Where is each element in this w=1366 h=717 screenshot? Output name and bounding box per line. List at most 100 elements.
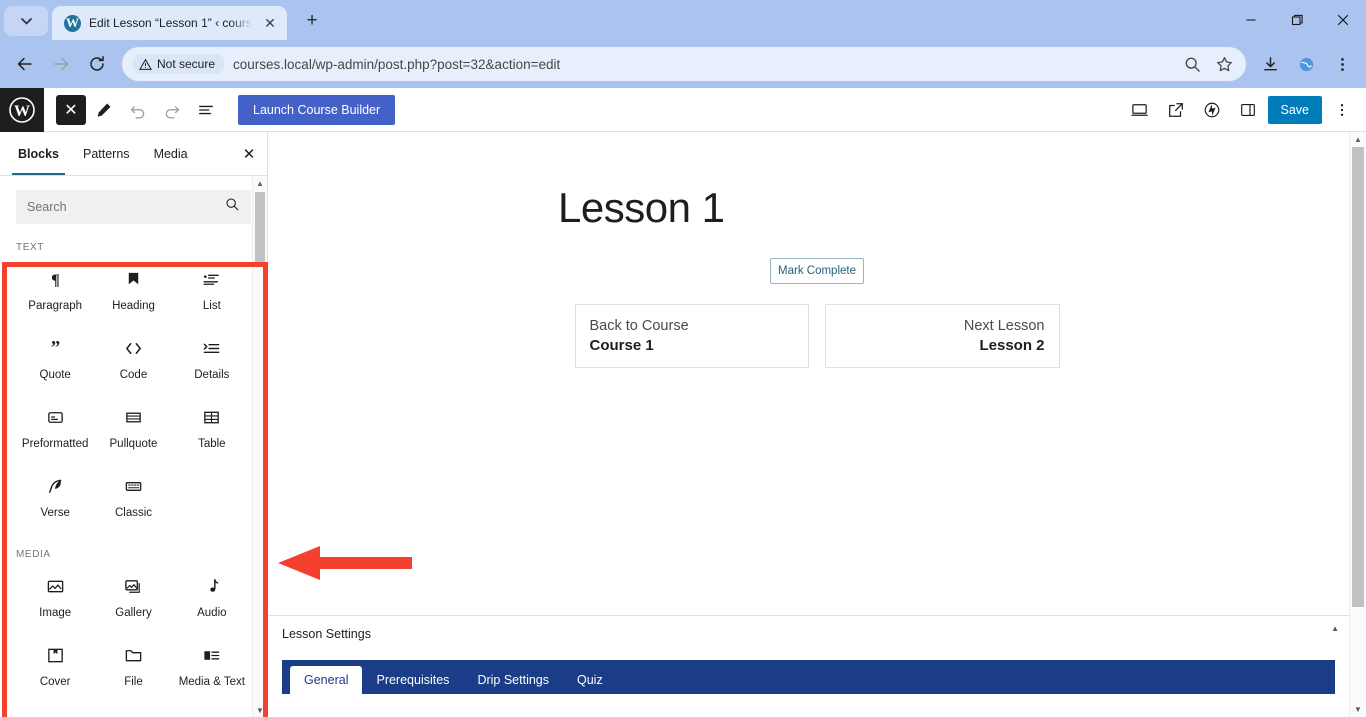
close-inserter-icon[interactable]: ✕ [231, 132, 267, 175]
browser-tab-title: Edit Lesson “Lesson 1” ‹ courses [89, 16, 253, 30]
paragraph-icon: ¶ [46, 268, 65, 292]
block-file[interactable]: File [94, 631, 172, 700]
block-label: Code [119, 368, 148, 381]
search-blocks-field[interactable] [16, 190, 251, 224]
redo-icon[interactable] [156, 94, 188, 126]
save-button[interactable]: Save [1267, 95, 1322, 124]
browser-tab-active[interactable]: W Edit Lesson “Lesson 1” ‹ courses ✕ [52, 6, 287, 40]
editor-header: W ✕ Launch Course Builder Lesson 1 · Les… [0, 87, 1366, 211]
scrollbar-thumb[interactable] [255, 192, 265, 266]
block-paragraph[interactable]: ¶ Paragraph [16, 255, 94, 324]
close-window-icon[interactable] [1320, 0, 1366, 40]
gallery-icon [124, 575, 143, 599]
search-icon[interactable] [1180, 52, 1204, 76]
block-audio[interactable]: Audio [173, 562, 251, 631]
editor-workspace: Blocks Patterns Media ✕ TEXT ¶ Paragraph [0, 132, 1366, 717]
block-label: Heading [112, 299, 155, 312]
next-lesson-card[interactable]: Next Lesson Lesson 2 [825, 304, 1060, 368]
card-subtitle: Next Lesson [963, 318, 1045, 334]
block-cover[interactable]: Cover [16, 631, 94, 700]
chevron-down-icon [20, 17, 32, 25]
block-preformatted[interactable]: Preformatted [16, 393, 94, 462]
tab-quiz[interactable]: Quiz [563, 666, 617, 694]
block-label: Gallery [115, 606, 152, 619]
security-status-chip[interactable]: Not secure [132, 54, 226, 74]
tab-media[interactable]: Media [142, 132, 200, 175]
launch-course-builder-button[interactable]: Launch Course Builder [238, 94, 396, 125]
scroll-down-icon[interactable]: ▼ [1350, 702, 1366, 717]
reload-icon[interactable] [80, 47, 114, 81]
forward-icon[interactable] [44, 47, 78, 81]
block-label: Preformatted [21, 437, 89, 450]
file-icon [124, 644, 143, 668]
warning-triangle-icon [139, 58, 152, 70]
block-heading[interactable]: Heading [94, 255, 172, 324]
browser-tabstrip: W Edit Lesson “Lesson 1” ‹ courses ✕ + [0, 0, 1366, 40]
block-table[interactable]: Table [173, 393, 251, 462]
scroll-up-icon[interactable]: ▲ [1350, 132, 1366, 147]
maximize-icon[interactable] [1274, 0, 1320, 40]
chevron-up-icon[interactable]: ▲ [1331, 624, 1339, 633]
editor-header-right-tools: Save [1124, 94, 1366, 126]
preformatted-icon [46, 406, 65, 430]
new-tab-button[interactable]: + [297, 6, 327, 36]
block-details[interactable]: Details [173, 324, 251, 393]
card-title: Course 1 [589, 337, 654, 354]
details-icon [202, 337, 221, 361]
scroll-down-icon[interactable]: ▼ [253, 703, 267, 717]
browser-chrome: W Edit Lesson “Lesson 1” ‹ courses ✕ + N… [0, 0, 1366, 88]
tab-patterns[interactable]: Patterns [71, 132, 142, 175]
back-icon[interactable] [8, 47, 42, 81]
star-icon[interactable] [1212, 52, 1236, 76]
heading-icon [125, 268, 142, 292]
back-to-course-card[interactable]: Back to Course Course 1 [574, 304, 809, 368]
undo-icon[interactable] [122, 94, 154, 126]
scrollbar-thumb[interactable] [1352, 147, 1364, 607]
page-scrollbar[interactable]: ▲ ▼ [1349, 132, 1366, 717]
block-media-text[interactable]: Media & Text [173, 631, 251, 700]
block-quote[interactable]: ” Quote [16, 324, 94, 393]
wordpress-logo: W [0, 87, 44, 132]
tab-search-button[interactable] [4, 6, 48, 36]
edit-pencil-icon[interactable] [88, 94, 120, 126]
mark-complete-button[interactable]: Mark Complete [770, 258, 864, 284]
document-overview-icon[interactable] [190, 94, 222, 126]
scroll-up-icon[interactable]: ▲ [253, 176, 267, 190]
page-title[interactable]: Lesson 1 [558, 184, 1366, 232]
search-icon [225, 197, 240, 217]
block-list[interactable]: List [173, 255, 251, 324]
view-post-icon[interactable] [1160, 94, 1192, 126]
tab-prerequisites[interactable]: Prerequisites [362, 666, 463, 694]
block-label: Table [198, 437, 226, 450]
address-bar[interactable]: Not secure courses.local/wp-admin/post.p… [122, 47, 1246, 81]
block-verse[interactable]: Verse [16, 462, 94, 531]
kebab-menu-icon[interactable] [1326, 94, 1358, 126]
tab-general[interactable]: General [290, 666, 363, 694]
search-input[interactable] [27, 200, 225, 214]
block-pullquote[interactable]: Pullquote [94, 393, 172, 462]
inserter-scrollbar[interactable]: ▲ ▼ [252, 176, 267, 717]
download-icon[interactable] [1254, 48, 1286, 80]
block-code[interactable]: Code [94, 324, 172, 393]
svg-text:W: W [14, 103, 30, 120]
quote-icon: ” [46, 337, 65, 361]
jetpack-icon[interactable] [1196, 94, 1228, 126]
lesson-navigation: Back to Course Course 1 Next Lesson Less… [574, 304, 1060, 368]
toggle-block-inserter-button[interactable]: ✕ [56, 94, 86, 125]
block-grid-media: Image Gallery Audio Cover File Media & T… [16, 562, 251, 700]
block-label: Verse [40, 506, 70, 519]
close-icon[interactable]: ✕ [261, 14, 279, 32]
kebab-menu-icon[interactable] [1326, 48, 1358, 80]
block-image[interactable]: Image [16, 562, 94, 631]
globe-icon[interactable] [1290, 48, 1322, 80]
tab-blocks[interactable]: Blocks [6, 132, 71, 175]
browser-toolbar: Not secure courses.local/wp-admin/post.p… [0, 40, 1366, 88]
annotation-arrow-icon [278, 546, 412, 580]
preview-desktop-icon[interactable] [1124, 94, 1156, 126]
tab-drip-settings[interactable]: Drip Settings [463, 666, 563, 694]
block-label: Image [39, 606, 72, 619]
settings-sidebar-icon[interactable] [1232, 94, 1264, 126]
minimize-icon[interactable] [1228, 0, 1274, 40]
block-gallery[interactable]: Gallery [94, 562, 172, 631]
block-classic[interactable]: Classic [94, 462, 172, 531]
